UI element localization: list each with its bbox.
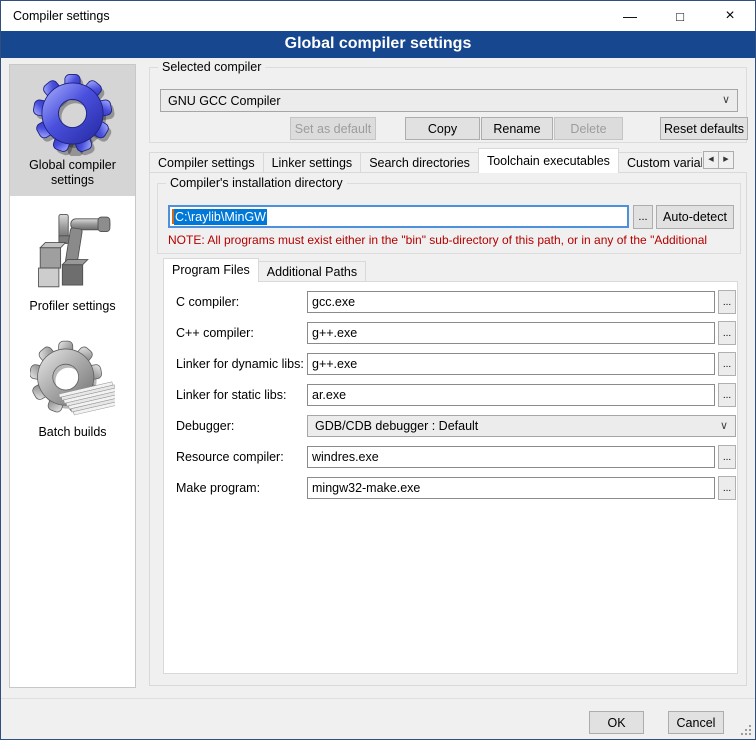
rename-button[interactable]: Rename bbox=[481, 117, 553, 140]
main-tab-bar: Compiler settingsLinker settingsSearch d… bbox=[149, 148, 702, 173]
blue-gear-icon bbox=[29, 71, 117, 156]
debugger-dropdown[interactable]: GDB/CDB debugger : Default ∨ bbox=[307, 415, 736, 437]
make-program-browse-button[interactable]: ... bbox=[718, 476, 736, 500]
set-as-default-button[interactable]: Set as default bbox=[290, 117, 376, 140]
tab-toolchain-executables[interactable]: Toolchain executables bbox=[478, 148, 619, 173]
selected-compiler-value: GNU GCC Compiler bbox=[168, 94, 281, 108]
tab-scroll-left-button[interactable]: ◀ bbox=[703, 151, 719, 169]
selected-compiler-group: Selected compiler GNU GCC Compiler ∨ Set… bbox=[149, 67, 747, 143]
footer-divider bbox=[1, 698, 755, 699]
installation-directory-group-label: Compiler's installation directory bbox=[166, 176, 347, 190]
compiler-settings-dialog: Compiler settings — □ × Global compiler … bbox=[0, 0, 756, 740]
installation-directory-group: Compiler's installation directory C:\ray… bbox=[157, 183, 741, 254]
field-label: C++ compiler: bbox=[176, 326, 254, 340]
tab-scroll-right-button[interactable]: ▶ bbox=[718, 151, 734, 169]
c-compiler-browse-button[interactable]: ... bbox=[718, 321, 736, 345]
field-row-linker-for-static-libs: Linker for static libs:... bbox=[164, 384, 737, 410]
sidebar-item-batch-builds[interactable]: Batch builds bbox=[10, 332, 135, 448]
chevron-down-icon: ∨ bbox=[720, 419, 728, 432]
ok-button[interactable]: OK bbox=[589, 711, 644, 734]
delete-button[interactable]: Delete bbox=[554, 117, 623, 140]
installation-directory-browse-button[interactable]: ... bbox=[633, 205, 653, 229]
linker-for-dynamic-libs-input[interactable] bbox=[307, 353, 715, 375]
programs-tab-bar: Program FilesAdditional Paths bbox=[163, 258, 366, 282]
tab-search-directories[interactable]: Search directories bbox=[360, 152, 479, 173]
field-row-make-program: Make program:... bbox=[164, 477, 737, 503]
field-label: Linker for dynamic libs: bbox=[176, 357, 304, 371]
minimize-button[interactable]: — bbox=[605, 1, 655, 31]
auto-detect-button[interactable]: Auto-detect bbox=[656, 205, 734, 229]
sidebar-item-label: Global compiler settings bbox=[12, 158, 133, 188]
field-row-c-compiler: C compiler:... bbox=[164, 291, 737, 317]
make-program-input[interactable] bbox=[307, 477, 715, 499]
sidebar: Global compiler settings Profiler settin… bbox=[9, 64, 136, 688]
copy-button[interactable]: Copy bbox=[405, 117, 480, 140]
selected-compiler-dropdown[interactable]: GNU GCC Compiler ∨ bbox=[160, 89, 738, 112]
field-row-debugger: Debugger: GDB/CDB debugger : Default ∨ bbox=[164, 415, 737, 441]
c-compiler-input[interactable] bbox=[307, 291, 715, 313]
resource-compiler-input[interactable] bbox=[307, 446, 715, 468]
tab-scroll-buttons: ◀ ▶ bbox=[703, 151, 734, 169]
caliper-icon bbox=[29, 212, 117, 297]
subtab-program-files[interactable]: Program Files bbox=[163, 258, 259, 282]
field-row-linker-for-dynamic-libs: Linker for dynamic libs:... bbox=[164, 353, 737, 379]
field-label: Resource compiler: bbox=[176, 450, 284, 464]
window-title: Compiler settings bbox=[13, 9, 110, 23]
sidebar-item-global-compiler-settings[interactable]: Global compiler settings bbox=[10, 65, 135, 196]
cancel-button[interactable]: Cancel bbox=[668, 711, 724, 734]
linker-for-static-libs-input[interactable] bbox=[307, 384, 715, 406]
installation-directory-value: C:\raylib\MinGW bbox=[174, 209, 267, 225]
reset-defaults-button[interactable]: Reset defaults bbox=[660, 117, 748, 140]
sidebar-item-label: Profiler settings bbox=[12, 299, 133, 314]
selected-compiler-group-label: Selected compiler bbox=[158, 60, 265, 74]
titlebar: Compiler settings — □ × bbox=[1, 1, 755, 31]
linker-for-dynamic-libs-browse-button[interactable]: ... bbox=[718, 352, 736, 376]
field-label: Make program: bbox=[176, 481, 260, 495]
tab-compiler-settings[interactable]: Compiler settings bbox=[149, 152, 264, 173]
page-title: Global compiler settings bbox=[1, 31, 755, 58]
c-compiler-input[interactable] bbox=[307, 322, 715, 344]
chevron-down-icon: ∨ bbox=[722, 93, 730, 106]
field-row-resource-compiler: Resource compiler:... bbox=[164, 446, 737, 472]
close-button[interactable]: × bbox=[705, 1, 755, 31]
compiler-actions: Set as default CopyRenameDelete Reset defa… bbox=[150, 117, 746, 140]
field-row-c-compiler: C++ compiler:... bbox=[164, 322, 737, 348]
resource-compiler-browse-button[interactable]: ... bbox=[718, 445, 736, 469]
program-files-panel: C compiler:...C++ compiler:...Linker for… bbox=[163, 281, 738, 674]
sidebar-item-profiler-settings[interactable]: Profiler settings bbox=[10, 206, 135, 322]
gray-gear-stack-icon bbox=[29, 338, 117, 423]
sidebar-item-label: Batch builds bbox=[12, 425, 133, 440]
installation-note: NOTE: All programs must exist either in … bbox=[168, 233, 740, 247]
tab-linker-settings[interactable]: Linker settings bbox=[263, 152, 362, 173]
c-compiler-browse-button[interactable]: ... bbox=[718, 290, 736, 314]
tab-custom-variables[interactable]: Custom variables bbox=[618, 152, 702, 173]
installation-directory-input[interactable]: C:\raylib\MinGW bbox=[168, 205, 629, 228]
field-label: Debugger: bbox=[176, 419, 234, 433]
field-value: GDB/CDB debugger : Default bbox=[315, 419, 478, 433]
maximize-button[interactable]: □ bbox=[655, 1, 705, 31]
resize-grip-icon[interactable] bbox=[741, 725, 752, 736]
field-label: C compiler: bbox=[176, 295, 239, 309]
field-label: Linker for static libs: bbox=[176, 388, 286, 402]
linker-for-static-libs-browse-button[interactable]: ... bbox=[718, 383, 736, 407]
subtab-additional-paths[interactable]: Additional Paths bbox=[258, 261, 366, 282]
